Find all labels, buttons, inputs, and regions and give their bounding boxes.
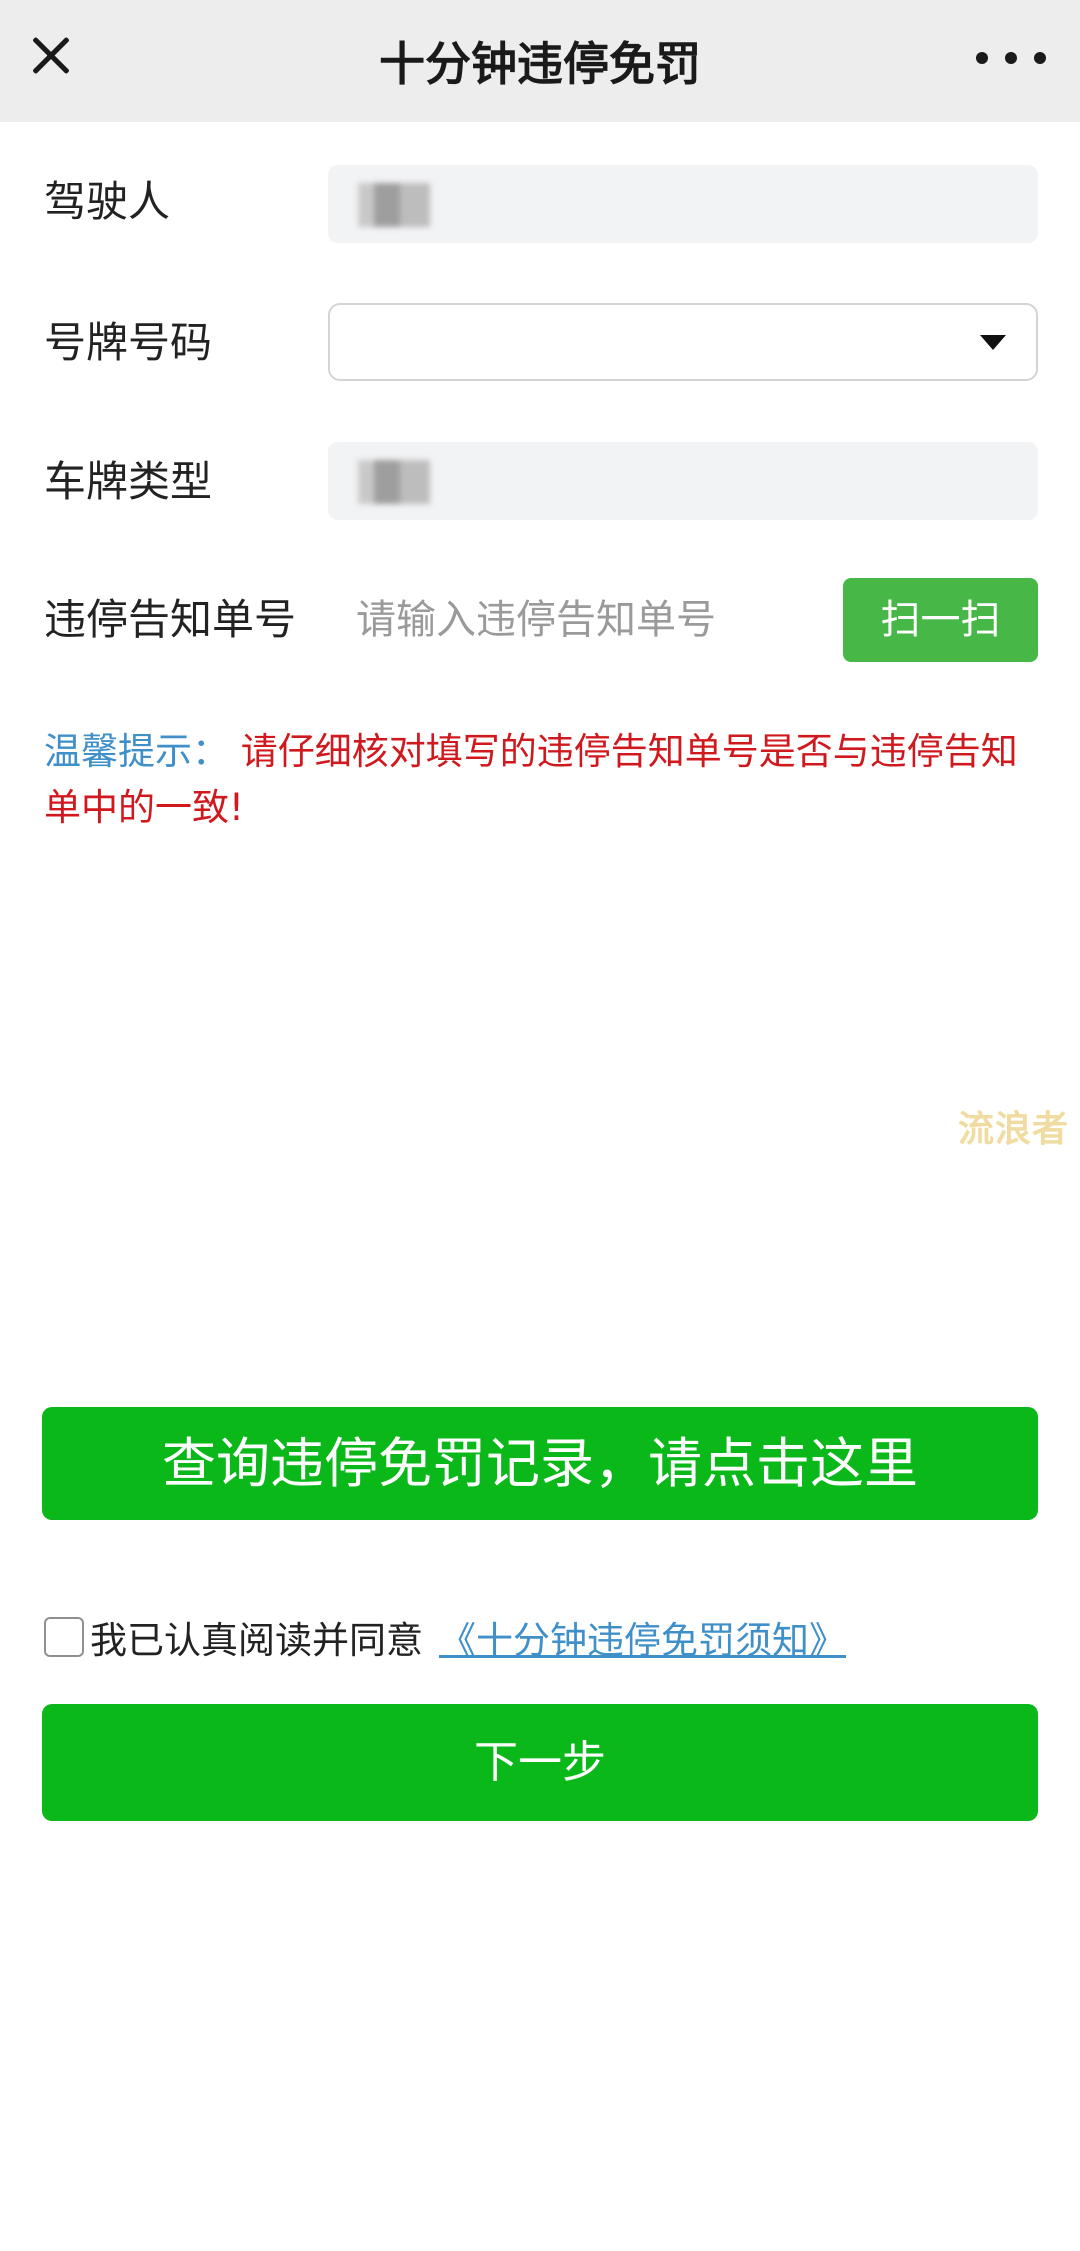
next-step-button[interactable]: 下一步 bbox=[42, 1704, 1038, 1821]
page-title: 十分钟违停免罚 bbox=[379, 37, 701, 91]
top-bar: 十分钟违停免罚 bbox=[0, 0, 1080, 122]
driver-field[interactable] bbox=[328, 165, 1038, 243]
tip-label: 温馨提示： bbox=[44, 730, 229, 773]
more-dot bbox=[1034, 52, 1046, 64]
driver-label: 驾驶人 bbox=[44, 177, 171, 226]
redacted-value bbox=[358, 183, 430, 227]
agreement-link[interactable]: 《十分钟违停免罚须知》 bbox=[439, 1610, 846, 1664]
query-records-button[interactable]: 查询违停免罚记录，请点击这里 bbox=[42, 1407, 1038, 1520]
close-icon[interactable] bbox=[22, 22, 88, 88]
agreement-text: 我已认真阅读并同意 bbox=[90, 1619, 423, 1662]
ticket-number-input[interactable] bbox=[356, 590, 816, 650]
redacted-value bbox=[358, 460, 430, 504]
plate-type-field[interactable] bbox=[328, 442, 1038, 520]
ticket-number-label: 违停告知单号 bbox=[44, 595, 297, 644]
plate-type-label: 车牌类型 bbox=[44, 457, 213, 506]
dropdown-caret-icon bbox=[980, 335, 1006, 350]
more-dot bbox=[976, 52, 988, 64]
watermark: 流浪者 bbox=[958, 1109, 1070, 1150]
agreement-checkbox[interactable] bbox=[44, 1617, 84, 1657]
more-dot bbox=[1005, 52, 1017, 64]
scan-button[interactable]: 扫一扫 bbox=[843, 578, 1038, 662]
plate-number-label: 号牌号码 bbox=[44, 318, 213, 367]
plate-number-select[interactable] bbox=[328, 303, 1038, 381]
agreement-row: 我已认真阅读并同意 《十分钟违停免罚须知》 bbox=[44, 1612, 846, 1662]
more-dots-icon[interactable] bbox=[976, 40, 1046, 76]
tip-message: 温馨提示： 请仔细核对填写的违停告知单号是否与违停告知单中的一致! bbox=[44, 724, 1044, 836]
